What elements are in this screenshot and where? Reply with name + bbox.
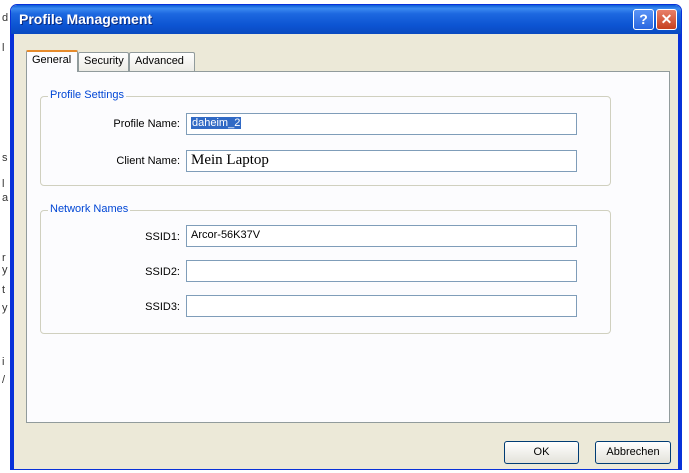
- ssid1-field[interactable]: Arcor-56K37V: [186, 225, 577, 247]
- general-tab-panel: Profile Settings Profile Name: daheim_2 …: [26, 71, 670, 423]
- tab-security[interactable]: Security: [78, 52, 129, 71]
- close-button[interactable]: ✕: [656, 9, 677, 30]
- help-icon: ?: [639, 11, 648, 27]
- cancel-button-label: Abbrechen: [606, 446, 660, 458]
- help-button[interactable]: ?: [633, 9, 654, 30]
- background-text: a: [2, 192, 9, 204]
- ok-button-label: OK: [533, 446, 550, 458]
- client-name-value: Mein Laptop: [191, 152, 269, 168]
- background-text: r: [2, 252, 6, 264]
- background-text: t: [2, 284, 6, 296]
- ssid2-field[interactable]: [186, 260, 577, 282]
- ssid1-value: Arcor-56K37V: [191, 229, 261, 241]
- profile-settings-group: Profile Settings Profile Name: daheim_2 …: [40, 89, 611, 186]
- profile-name-label: Profile Name:: [113, 118, 180, 130]
- ssid3-label: SSID3:: [145, 301, 180, 313]
- profile-management-dialog: Profile Management ? ✕ General Security …: [10, 4, 682, 470]
- tab-advanced[interactable]: Advanced: [129, 52, 195, 71]
- network-names-group: Network Names SSID1: Arcor-56K37V SSID2:…: [40, 203, 611, 334]
- ssid3-field[interactable]: [186, 295, 577, 317]
- background-text: y: [2, 264, 8, 276]
- cancel-button[interactable]: Abbrechen: [595, 441, 671, 464]
- window-border-left: [11, 34, 14, 469]
- group-label: Profile Settings: [48, 89, 126, 101]
- tab-label: Security: [84, 55, 124, 67]
- background-text: i: [2, 356, 5, 368]
- background-text: l: [2, 178, 5, 190]
- ok-button[interactable]: OK: [504, 441, 579, 464]
- client-name-field[interactable]: Mein Laptop: [186, 150, 577, 172]
- ssid1-label: SSID1:: [145, 231, 180, 243]
- background-text: s: [2, 152, 8, 164]
- background-text: l: [2, 42, 5, 54]
- background-text: /: [2, 374, 6, 386]
- profile-name-field[interactable]: daheim_2: [186, 113, 577, 135]
- background-text: y: [2, 302, 8, 314]
- ssid2-label: SSID2:: [145, 266, 180, 278]
- tab-general[interactable]: General: [26, 50, 78, 72]
- title-bar[interactable]: Profile Management ? ✕: [11, 5, 681, 34]
- background-text: d: [2, 12, 9, 24]
- tab-label: General: [32, 54, 72, 66]
- profile-name-value: daheim_2: [191, 117, 242, 129]
- client-name-label: Client Name:: [116, 155, 180, 167]
- close-icon: ✕: [660, 11, 673, 27]
- tab-label: Advanced: [135, 55, 184, 67]
- window-border-right: [678, 34, 681, 469]
- group-label: Network Names: [48, 203, 131, 215]
- window-title: Profile Management: [19, 11, 153, 27]
